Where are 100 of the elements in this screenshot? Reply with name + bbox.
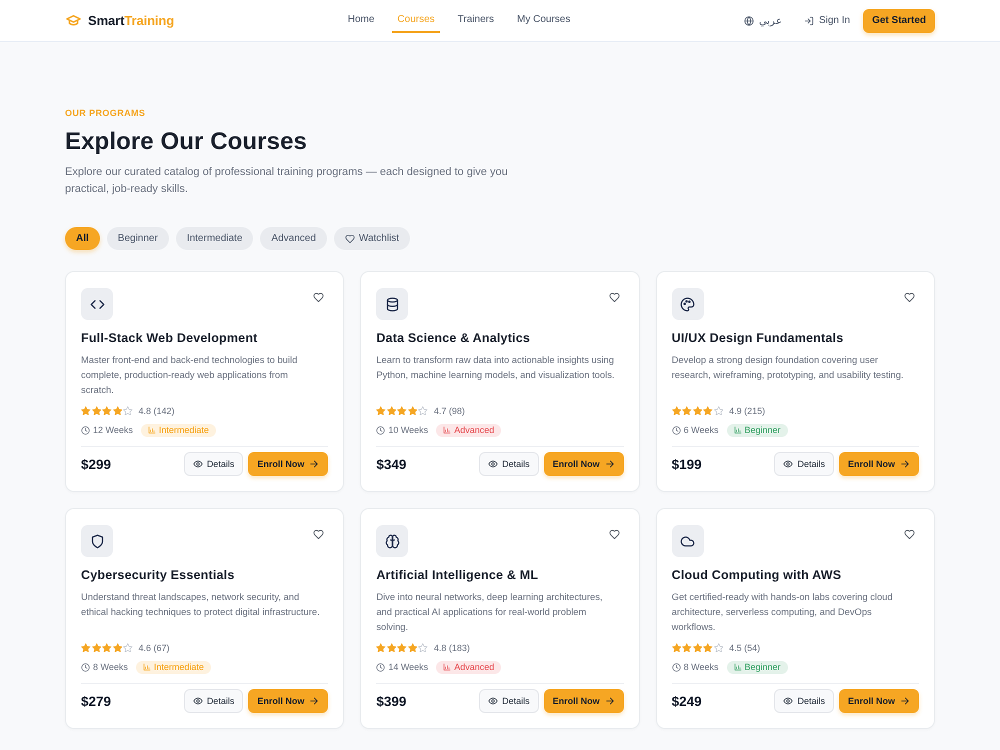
enroll-button[interactable]: Enroll Now <box>544 452 624 476</box>
clock-icon <box>81 662 90 672</box>
enroll-button[interactable]: Enroll Now <box>839 452 919 476</box>
clock-icon <box>376 662 386 672</box>
page-description: Explore our curated catalog of professional training programs — each designed to give you practical, job-ready skills. <box>65 165 509 197</box>
clock-icon <box>376 426 386 434</box>
star-icon <box>81 406 90 416</box>
star-icon <box>692 406 702 416</box>
course-title: Data Science & Analytics <box>376 330 532 346</box>
details-button[interactable]: Details <box>184 689 244 713</box>
nav-link[interactable]: Home <box>342 8 380 32</box>
heart-icon[interactable] <box>313 292 324 303</box>
course-description: Master front-end and back-end technologies to build complete, production-ready web applications from scratch. <box>81 353 298 397</box>
course-price: $279 <box>81 694 112 708</box>
brain-icon <box>376 525 408 557</box>
star-icon <box>112 406 122 416</box>
brand-name[interactable]: SmartTraining <box>88 13 174 28</box>
course-price: $349 <box>376 456 406 472</box>
course-description: Understand threat landscapes, network security, and ethical hacking techniques to protect digital infrastructure. <box>81 590 321 619</box>
course-title: Full-Stack Web Development <box>81 330 259 346</box>
rating-text: 4.5 (54) <box>729 642 760 652</box>
star-icon <box>703 642 713 652</box>
arrow-right-icon <box>604 696 615 706</box>
heart-icon[interactable] <box>904 529 915 540</box>
details-button[interactable]: Details <box>479 452 539 476</box>
enroll-button[interactable]: Enroll Now <box>248 452 328 476</box>
details-button[interactable]: Details <box>774 689 834 713</box>
course-price: $199 <box>672 456 702 472</box>
filter-chip[interactable]: Watchlist <box>334 227 410 250</box>
course-title: Artificial Intelligence & ML <box>376 567 540 583</box>
clock-icon <box>672 662 681 672</box>
star-icon <box>386 406 396 416</box>
star-icon <box>682 642 692 652</box>
rating-text: 4.8 (183) <box>434 642 470 652</box>
star-icon <box>386 642 396 652</box>
star-icon <box>123 406 132 416</box>
enroll-button[interactable]: Enroll Now <box>248 689 328 713</box>
filter-chip[interactable]: Intermediate <box>176 227 254 250</box>
filter-chip[interactable]: Advanced <box>260 227 327 250</box>
heart-icon[interactable] <box>608 292 620 303</box>
level-label: Advanced <box>454 662 494 672</box>
database-icon <box>376 288 408 320</box>
bar-chart-icon <box>734 663 742 671</box>
eye-icon <box>488 696 498 706</box>
globe-icon[interactable] <box>744 16 754 26</box>
course-price: $299 <box>81 456 112 472</box>
language-link[interactable]: عربي <box>758 14 782 26</box>
course-price: $249 <box>672 694 702 708</box>
rating-text: 4.6 (67) <box>138 642 170 652</box>
enroll-button[interactable]: Enroll Now <box>544 689 624 713</box>
filter-chip[interactable]: Beginner <box>106 227 169 250</box>
get-started-button[interactable]: Get Started <box>863 8 935 32</box>
course-description: Dive into neural networks, deep learning architectures, and practical AI applications for real-world problem solving. <box>376 590 604 634</box>
heart-icon[interactable] <box>904 292 915 303</box>
eye-icon <box>192 696 203 706</box>
filter-chip[interactable]: All <box>65 227 100 250</box>
palette-icon <box>672 288 704 320</box>
star-icon <box>418 642 428 652</box>
star-icon <box>418 406 428 416</box>
clock-icon <box>81 426 90 434</box>
duration-text: 8 Weeks <box>684 662 719 672</box>
eye-icon <box>783 459 794 469</box>
eye-icon <box>192 459 203 469</box>
star-icon <box>397 642 407 652</box>
course-title: Cloud Computing with AWS <box>672 567 842 583</box>
star-icon <box>102 642 112 652</box>
star-icon <box>376 642 386 652</box>
details-button[interactable]: Details <box>774 452 834 476</box>
sign-in-icon[interactable] <box>804 16 814 26</box>
level-label: Advanced <box>454 425 494 435</box>
duration-text: 8 Weeks <box>93 662 128 672</box>
nav-link[interactable]: Trainers <box>452 8 499 32</box>
details-button[interactable]: Details <box>184 452 244 476</box>
course-description: Learn to transform raw data into actionable insights using Python, machine learning models, and visualization tools. <box>376 353 616 382</box>
course-title: UI/UX Design Fundamentals <box>672 330 844 346</box>
bar-chart-icon <box>443 426 452 434</box>
star-icon <box>112 642 122 652</box>
rating-text: 4.9 (215) <box>729 406 766 416</box>
level-label: Beginner <box>744 662 781 672</box>
heart-icon[interactable] <box>608 529 620 540</box>
star-icon <box>102 406 112 416</box>
course-description: Develop a strong design foundation covering user research, wireframing, prototyping, and usability testing. <box>672 353 905 382</box>
star-icon <box>92 642 101 652</box>
arrow-right-icon <box>900 696 910 706</box>
arrow-right-icon <box>309 696 320 706</box>
star-icon <box>703 406 713 416</box>
arrow-right-icon <box>900 459 910 469</box>
level-label: Intermediate <box>154 662 204 672</box>
cloud-icon <box>672 525 704 557</box>
enroll-button[interactable]: Enroll Now <box>839 689 919 713</box>
clock-icon <box>672 426 681 434</box>
section-eyebrow: OUR PROGRAMS <box>65 108 146 118</box>
nav-link[interactable]: My Courses <box>512 8 576 32</box>
bar-chart-icon <box>142 663 151 671</box>
heart-icon[interactable] <box>313 529 324 540</box>
details-button[interactable]: Details <box>479 689 539 713</box>
course-description: Get certified-ready with hands-on labs covering cloud architecture, serverless computing, and DevOps workflows. <box>672 590 894 634</box>
course-price: $399 <box>376 694 406 708</box>
sign-in-link[interactable]: Sign In <box>818 15 850 26</box>
star-icon <box>408 406 418 416</box>
